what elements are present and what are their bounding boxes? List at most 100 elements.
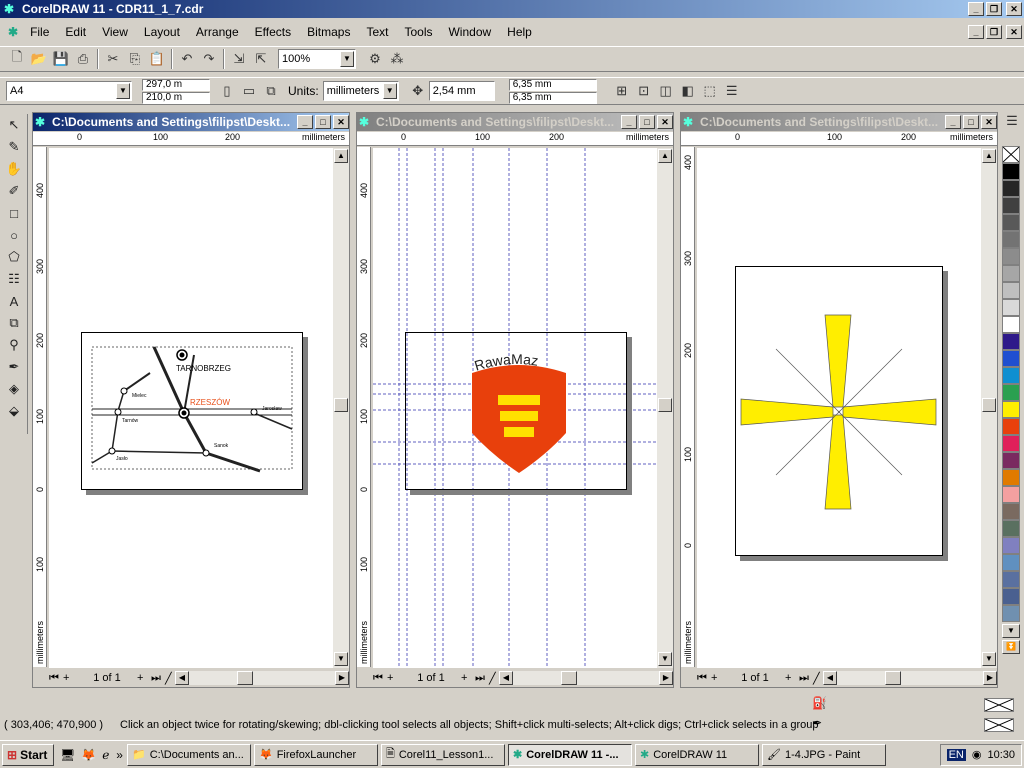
eyedropper-tool-icon[interactable]: ⚲ (2, 334, 26, 356)
road-map-drawing[interactable]: TARNOBRZEG RZESZÓW Mielec Tarnów Jasło S… (82, 333, 302, 489)
add-page-after-icon[interactable]: + (461, 672, 475, 684)
menu-layout[interactable]: Layout (136, 25, 188, 39)
options-icon[interactable]: ☰ (721, 80, 743, 102)
portrait-icon[interactable]: ▯ (216, 80, 238, 102)
last-page-icon[interactable]: ⏭ (799, 672, 813, 685)
color-swatch[interactable] (1002, 503, 1020, 520)
outline-indicator-icon[interactable]: ✒ (812, 716, 832, 734)
scroll-down-icon[interactable]: ▼ (334, 652, 348, 666)
doc-minimize-button[interactable]: _ (968, 25, 984, 39)
vertical-ruler[interactable]: 400 300 200 100 0 millimeters (681, 147, 695, 667)
horizontal-ruler[interactable]: 0 100 200 millimeters (681, 132, 997, 146)
scroll-up-icon[interactable]: ▲ (982, 149, 996, 163)
scroll-up-icon[interactable]: ▲ (334, 149, 348, 163)
menu-tools[interactable]: Tools (396, 25, 440, 39)
paste-icon[interactable]: 📋 (146, 48, 168, 70)
corel-online-icon[interactable]: ⁂ (386, 48, 408, 70)
scroll-thumb[interactable] (885, 671, 901, 685)
color-swatch[interactable] (1002, 520, 1020, 537)
task-explorer[interactable]: 📁 C:\Documents an... (126, 743, 251, 766)
spiral-tool-icon[interactable]: ☷ (2, 268, 26, 290)
vertical-ruler[interactable]: 400 300 200 100 0 100 millimeters (357, 147, 371, 667)
fill-indicator-icon[interactable]: ⛽ (812, 696, 832, 714)
color-swatch[interactable] (1002, 214, 1020, 231)
color-swatch[interactable] (1002, 197, 1020, 214)
menu-text[interactable]: Text (358, 25, 396, 39)
scroll-thumb[interactable] (561, 671, 577, 685)
add-page-icon[interactable]: + (711, 672, 725, 684)
tray-app-icon[interactable]: ◉ (972, 748, 982, 761)
scroll-right-icon[interactable]: ▶ (335, 671, 349, 685)
import-icon[interactable]: ⇲ (228, 48, 250, 70)
color-swatch[interactable] (1002, 418, 1020, 435)
fill-tool-icon[interactable]: ◈ (2, 378, 26, 400)
cut-icon[interactable]: ✂ (102, 48, 124, 70)
language-indicator[interactable]: EN (946, 748, 966, 761)
landscape-icon[interactable]: ▭ (238, 80, 260, 102)
first-page-icon[interactable]: ⏮ (697, 672, 711, 685)
open-icon[interactable]: 📂 (28, 48, 50, 70)
start-button[interactable]: ⊞ Start (2, 743, 54, 766)
minimize-button[interactable]: _ (945, 115, 961, 129)
menu-view[interactable]: View (94, 25, 136, 39)
new-icon[interactable]: 🗋 (6, 48, 28, 70)
color-swatch[interactable] (1002, 588, 1020, 605)
task-firefox[interactable]: 🦊 FirefoxLauncher (253, 743, 378, 766)
vertical-scrollbar[interactable]: ▲ ▼ (981, 148, 997, 668)
quicklaunch-more-icon[interactable]: » (116, 748, 123, 762)
redo-icon[interactable]: ↷ (198, 48, 220, 70)
scroll-thumb[interactable] (658, 398, 672, 412)
color-swatch[interactable] (1002, 537, 1020, 554)
freehand-tool-icon[interactable]: ✐ (2, 180, 26, 202)
vertical-ruler[interactable]: 400 300 200 100 0 100 millimeters (33, 147, 47, 667)
application-launcher-icon[interactable]: ⚙ (364, 48, 386, 70)
page-width-field[interactable]: 297,0 m (142, 78, 210, 91)
horizontal-scrollbar[interactable] (837, 671, 983, 685)
page-map[interactable]: TARNOBRZEG RZESZÓW Mielec Tarnów Jasło S… (81, 332, 303, 490)
color-swatch[interactable] (1002, 265, 1020, 282)
zoom-combo[interactable]: 100% ▼ (278, 49, 356, 69)
last-page-icon[interactable]: ⏭ (151, 672, 165, 685)
menu-file[interactable]: File (22, 25, 57, 39)
color-swatch[interactable] (1002, 163, 1020, 180)
page-star[interactable] (735, 266, 943, 556)
add-page-icon[interactable]: + (63, 672, 77, 684)
task-lesson[interactable]: 🗎 Corel11_Lesson1... (380, 743, 505, 766)
color-swatch[interactable] (1002, 571, 1020, 588)
treat-as-filled-icon[interactable]: ◧ (677, 80, 699, 102)
export-icon[interactable]: ⇱ (250, 48, 272, 70)
dup-y-field[interactable]: 6,35 mm (508, 91, 597, 104)
horizontal-ruler[interactable]: 0 100 200 millimeters (357, 132, 673, 146)
close-button[interactable]: ✕ (657, 115, 673, 129)
shape-tool-icon[interactable]: ✎ (2, 136, 26, 158)
page-logo[interactable]: RawaMaz (405, 332, 627, 490)
palette-scroll-down-icon[interactable]: ▼ (1002, 624, 1020, 638)
page-tab[interactable]: ╱ (813, 672, 823, 685)
drawing-canvas[interactable] (697, 148, 981, 668)
rawamaz-logo[interactable]: RawaMaz (406, 333, 626, 489)
color-swatch[interactable] (1002, 384, 1020, 401)
menu-arrange[interactable]: Arrange (188, 25, 247, 39)
chevron-down-icon[interactable]: ▼ (382, 83, 397, 99)
maximize-button[interactable]: □ (963, 115, 979, 129)
task-coreldraw-active[interactable]: ✱ CorelDRAW 11 -... (507, 743, 632, 766)
menu-edit[interactable]: Edit (57, 25, 94, 39)
menu-effects[interactable]: Effects (247, 25, 299, 39)
add-page-after-icon[interactable]: + (137, 672, 151, 684)
color-swatch[interactable] (1002, 180, 1020, 197)
doc-window-title[interactable]: ✱ C:\Documents and Settings\filipst\Desk… (33, 113, 349, 131)
drawing-canvas[interactable]: RawaMaz (373, 148, 657, 668)
scroll-down-icon[interactable]: ▼ (658, 652, 672, 666)
maximize-button[interactable]: ❐ (986, 2, 1002, 16)
close-button[interactable]: ✕ (333, 115, 349, 129)
color-swatch[interactable] (1002, 605, 1020, 622)
snap-guidelines-icon[interactable]: ⊡ (633, 80, 655, 102)
chevron-down-icon[interactable]: ▼ (340, 51, 354, 67)
menu-window[interactable]: Window (440, 25, 499, 39)
doc-window-title[interactable]: ✱ C:\Documents and Settings\filipst\Desk… (681, 113, 997, 131)
quicklaunch-desktop-icon[interactable]: 🖥 (60, 748, 75, 762)
scroll-thumb[interactable] (982, 398, 996, 412)
ellipse-tool-icon[interactable]: ○ (2, 224, 26, 246)
close-button[interactable]: ✕ (981, 115, 997, 129)
color-swatch[interactable] (1002, 299, 1020, 316)
